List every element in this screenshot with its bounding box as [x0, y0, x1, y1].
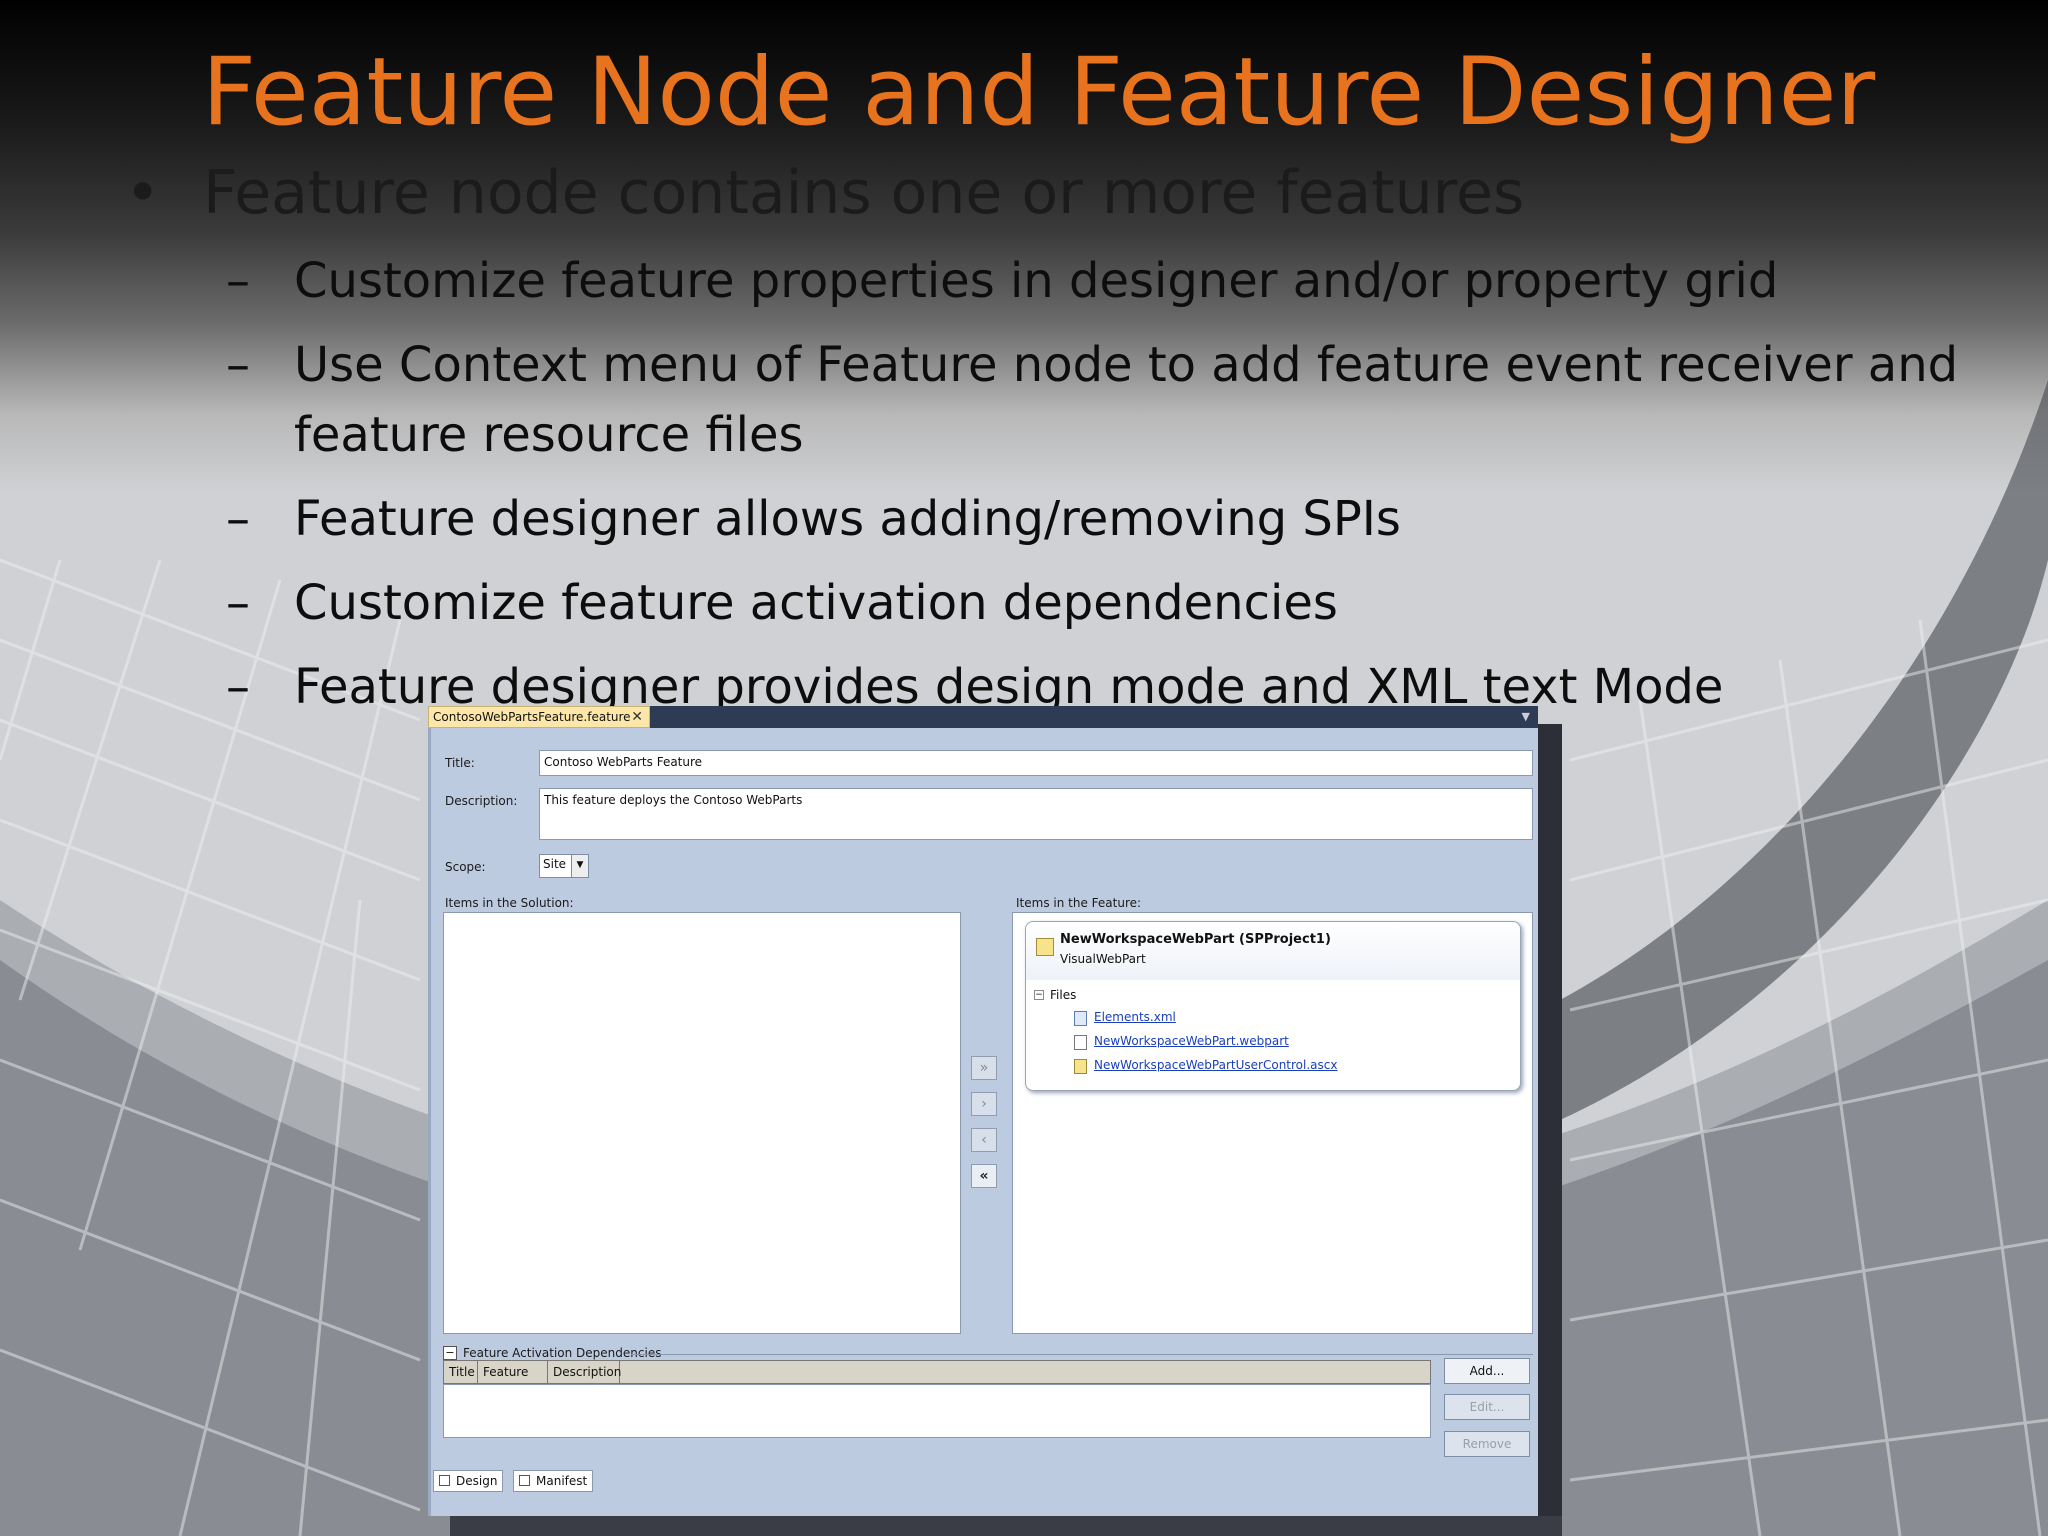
- feature-items-label: Items in the Feature:: [1016, 896, 1142, 910]
- main-bullet-text: Feature node contains one or more featur…: [203, 158, 1525, 228]
- add-button[interactable]: ›: [971, 1092, 997, 1116]
- scope-value: Site: [543, 857, 567, 871]
- description-label: Description:: [445, 794, 518, 808]
- add-all-button[interactable]: »: [971, 1056, 997, 1080]
- file-link[interactable]: NewWorkspaceWebPartUserControl.ascx: [1094, 1058, 1337, 1072]
- collapse-icon[interactable]: −: [443, 1346, 457, 1360]
- close-icon[interactable]: ✕: [631, 707, 643, 727]
- file-icon: [1074, 1035, 1087, 1050]
- sub-bullet-text: Use Context menu of Feature node to add …: [294, 337, 1959, 393]
- solution-items-label: Items in the Solution:: [445, 896, 574, 910]
- solution-items-list[interactable]: [443, 912, 961, 1334]
- feature-item-name: NewWorkspaceWebPart (SPProject1): [1060, 932, 1331, 947]
- slide-title: Feature Node and Feature Designer: [202, 38, 1876, 147]
- tab-manifest[interactable]: Manifest: [513, 1470, 593, 1492]
- column-header-description[interactable]: Description: [548, 1361, 621, 1383]
- remove-button[interactable]: ‹: [971, 1128, 997, 1152]
- tab-design[interactable]: Design: [433, 1470, 503, 1492]
- file-link[interactable]: NewWorkspaceWebPart.webpart: [1094, 1034, 1289, 1048]
- description-field[interactable]: This feature deploys the Contoso WebPart…: [539, 788, 1533, 840]
- document-tab[interactable]: ContosoWebPartsFeature.feature ✕: [428, 706, 650, 728]
- tab-manifest-label: Manifest: [536, 1474, 588, 1488]
- edit-dependency-button[interactable]: Edit...: [1444, 1394, 1530, 1420]
- chevron-down-icon[interactable]: ▼: [571, 855, 588, 877]
- feature-item-header: NewWorkspaceWebPart (SPProject1) VisualW…: [1026, 922, 1520, 980]
- title-label: Title:: [445, 756, 475, 770]
- files-label: Files: [1050, 988, 1077, 1002]
- sub-bullet-text: Customize feature activation dependencie…: [294, 575, 1338, 631]
- remove-dependency-button[interactable]: Remove: [1444, 1431, 1530, 1457]
- title-field[interactable]: Contoso WebParts Feature: [539, 750, 1533, 776]
- design-icon: [439, 1475, 450, 1486]
- add-dependency-button[interactable]: Add...: [1444, 1358, 1530, 1384]
- bullet-dot: •: [125, 158, 161, 228]
- chevron-down-icon[interactable]: ▼: [1522, 710, 1530, 723]
- sub-bullet-text: Feature designer allows adding/removing …: [294, 491, 1401, 547]
- tab-design-label: Design: [456, 1474, 498, 1488]
- remove-all-button[interactable]: «: [971, 1164, 997, 1188]
- file-link[interactable]: Elements.xml: [1094, 1010, 1176, 1024]
- sub-bullet-dash: –: [226, 575, 250, 631]
- document-tab-title: ContosoWebPartsFeature.feature: [433, 710, 631, 724]
- feature-item-card[interactable]: NewWorkspaceWebPart (SPProject1) VisualW…: [1025, 921, 1521, 1091]
- ascx-file-icon: [1074, 1059, 1087, 1074]
- feature-item-type: VisualWebPart: [1060, 952, 1146, 966]
- dependencies-grid-header: Title Feature ID Description: [443, 1360, 1431, 1401]
- sub-bullet-dash: –: [226, 337, 250, 393]
- designer-body: Title: Contoso WebParts Feature Descript…: [428, 728, 1538, 1516]
- scope-select[interactable]: Site ▼: [539, 854, 589, 878]
- divider: [631, 1354, 1533, 1355]
- column-header-feature-id[interactable]: Feature ID: [478, 1361, 548, 1401]
- xml-file-icon: [1074, 1011, 1087, 1026]
- sub-bullet-dash: –: [226, 659, 250, 715]
- sub-bullet-dash: –: [226, 491, 250, 547]
- dependencies-grid-body[interactable]: [443, 1384, 1431, 1438]
- collapse-icon[interactable]: −: [1034, 990, 1044, 1000]
- feature-designer-window: ContosoWebPartsFeature.feature ✕ ▼ Title…: [428, 706, 1538, 1516]
- sub-bullet-text: Customize feature properties in designer…: [294, 253, 1779, 309]
- scope-label: Scope:: [445, 860, 486, 874]
- document-tab-strip: ContosoWebPartsFeature.feature ✕ ▼: [428, 706, 1538, 728]
- column-header-title[interactable]: Title: [444, 1361, 478, 1383]
- feature-items-list[interactable]: NewWorkspaceWebPart (SPProject1) VisualW…: [1012, 912, 1533, 1334]
- window-shadow: [1538, 724, 1562, 1536]
- sub-bullet-text: feature resource files: [294, 407, 804, 463]
- manifest-icon: [519, 1475, 530, 1486]
- dependencies-label: Feature Activation Dependencies: [463, 1346, 662, 1360]
- window-shadow: [450, 1516, 1562, 1536]
- webpart-icon: [1036, 938, 1054, 956]
- sub-bullet-dash: –: [226, 253, 250, 309]
